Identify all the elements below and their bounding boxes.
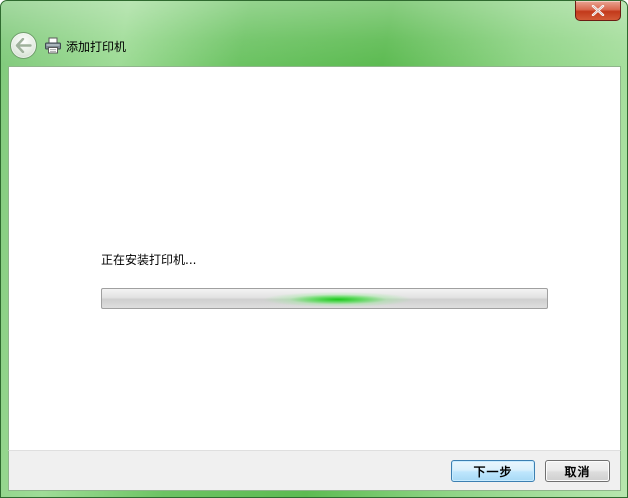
close-icon <box>591 5 605 16</box>
button-footer: 下一步 取消 <box>8 450 621 491</box>
printer-icon <box>45 37 61 54</box>
window-title: 添加打印机 <box>66 40 127 54</box>
progress-glow-indicator <box>263 289 413 308</box>
back-arrow-icon <box>15 38 32 53</box>
content-panel: 正在安装打印机... <box>8 66 621 450</box>
back-button[interactable] <box>10 32 37 59</box>
install-progress-bar <box>101 288 548 309</box>
add-printer-window: 添加打印机 正在安装打印机... 下一步 取消 <box>0 0 628 498</box>
next-button[interactable]: 下一步 <box>451 460 535 482</box>
close-button[interactable] <box>575 1 621 21</box>
cancel-button[interactable]: 取消 <box>545 460 610 482</box>
installing-status-text: 正在安装打印机... <box>101 253 197 267</box>
